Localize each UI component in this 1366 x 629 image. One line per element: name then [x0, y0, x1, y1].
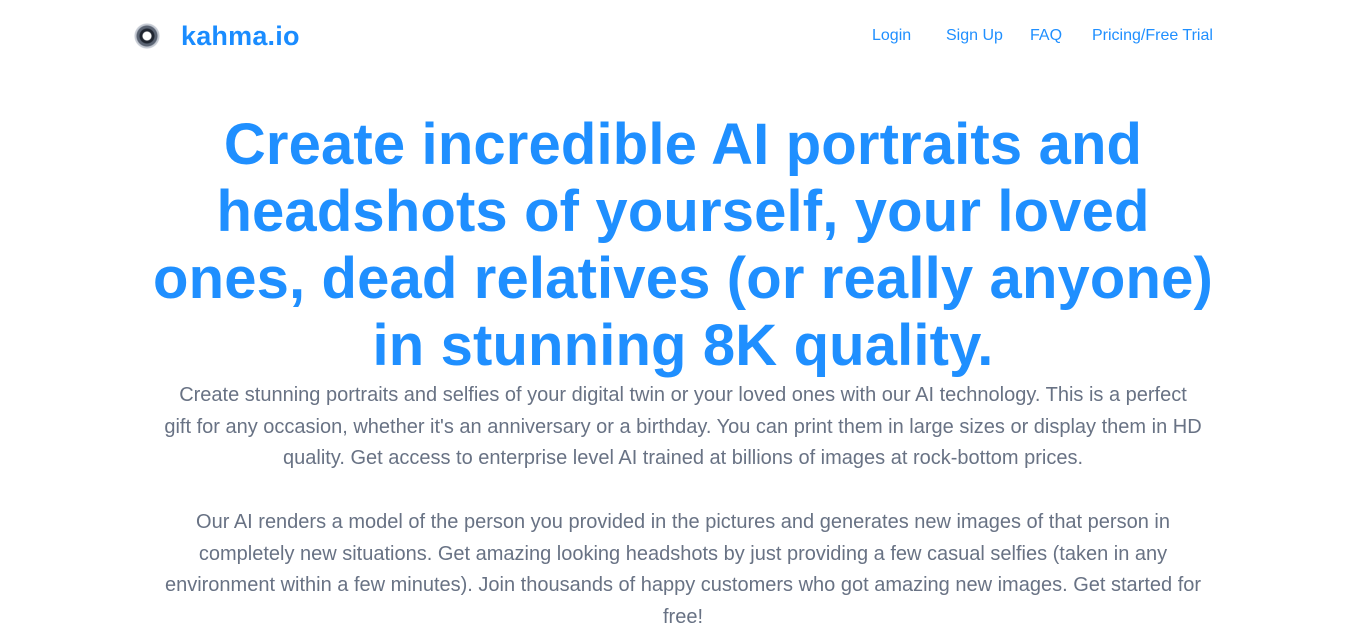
- hero-description: Create stunning portraits and selfies of…: [164, 384, 1202, 469]
- hero-ai-explanation: Our AI renders a model of the person you…: [164, 511, 1202, 628]
- login-link[interactable]: Login: [872, 24, 911, 48]
- main-navigation: Login Sign Up FAQ Pricing/Free Trial: [0, 24, 1366, 48]
- pricing-free-trial-link[interactable]: Pricing/Free Trial: [1092, 24, 1213, 48]
- signup-link[interactable]: Sign Up: [946, 24, 1003, 48]
- hero-title: Create incredible AI portraits and heads…: [153, 112, 1213, 378]
- faq-link[interactable]: FAQ: [1030, 24, 1062, 48]
- landing-page: kahma.io Login Sign Up FAQ Pricing/Free …: [0, 0, 1366, 629]
- site-header: kahma.io Login Sign Up FAQ Pricing/Free …: [0, 0, 1366, 72]
